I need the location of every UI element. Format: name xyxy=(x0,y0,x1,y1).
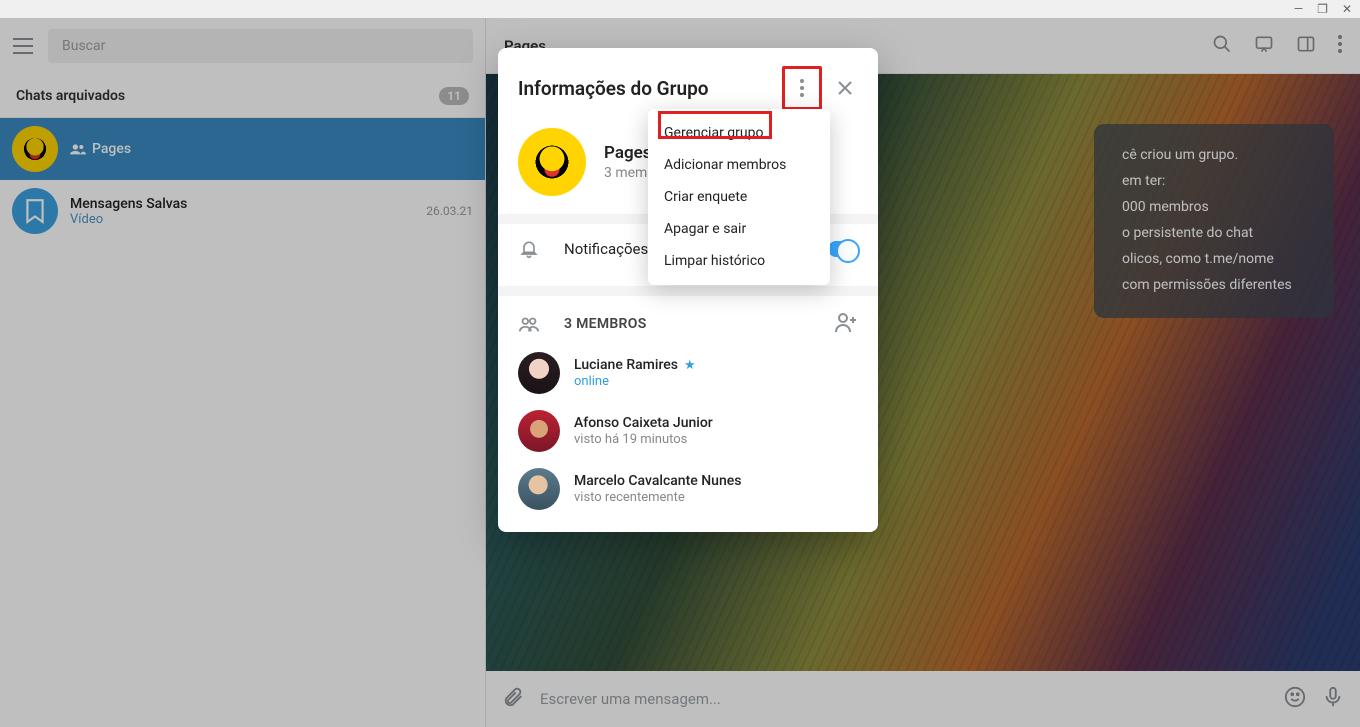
member-name: Luciane Ramires xyxy=(574,357,678,373)
owner-star-icon: ★ xyxy=(684,358,696,373)
menu-item-manage-group[interactable]: Gerenciar grupo xyxy=(648,117,830,149)
group-avatar[interactable] xyxy=(518,128,586,196)
menu-item-add-members[interactable]: Adicionar membros xyxy=(648,149,830,181)
window-maximize-button[interactable]: ❐ xyxy=(1317,3,1328,15)
menu-item-create-poll[interactable]: Criar enquete xyxy=(648,181,830,213)
annotation-box-more xyxy=(782,66,822,110)
members-header-label: 3 MEMBROS xyxy=(564,316,810,332)
modal-more-button[interactable] xyxy=(785,71,819,105)
member-status: visto há 19 minutos xyxy=(574,432,713,447)
member-avatar xyxy=(518,352,560,394)
modal-close-button[interactable] xyxy=(828,71,862,105)
group-actions-menu: Gerenciar grupo Adicionar membros Criar … xyxy=(648,109,830,285)
member-row[interactable]: Marcelo Cavalcante Nunes visto recenteme… xyxy=(498,460,878,518)
menu-item-clear-history[interactable]: Limpar histórico xyxy=(648,245,830,277)
section-divider xyxy=(498,286,878,296)
member-row[interactable]: Afonso Caixeta Junior visto há 19 minuto… xyxy=(498,402,878,460)
member-name: Marcelo Cavalcante Nunes xyxy=(574,473,741,489)
member-name: Afonso Caixeta Junior xyxy=(574,415,713,431)
window-close-button[interactable]: ✕ xyxy=(1342,3,1352,15)
window-titlebar: — ❐ ✕ xyxy=(0,0,1360,18)
add-member-button[interactable] xyxy=(834,312,858,336)
member-avatar xyxy=(518,468,560,510)
member-status: online xyxy=(574,374,696,389)
members-icon xyxy=(518,315,540,333)
member-status: visto recentemente xyxy=(574,490,741,505)
bell-icon xyxy=(518,238,540,260)
window-minimize-button[interactable]: — xyxy=(1294,3,1303,15)
menu-item-leave[interactable]: Apagar e sair xyxy=(648,213,830,245)
modal-title: Informações do Grupo xyxy=(518,77,776,100)
member-avatar xyxy=(518,410,560,452)
notifications-toggle[interactable] xyxy=(828,241,858,257)
member-row[interactable]: Luciane Ramires ★ online xyxy=(498,344,878,402)
